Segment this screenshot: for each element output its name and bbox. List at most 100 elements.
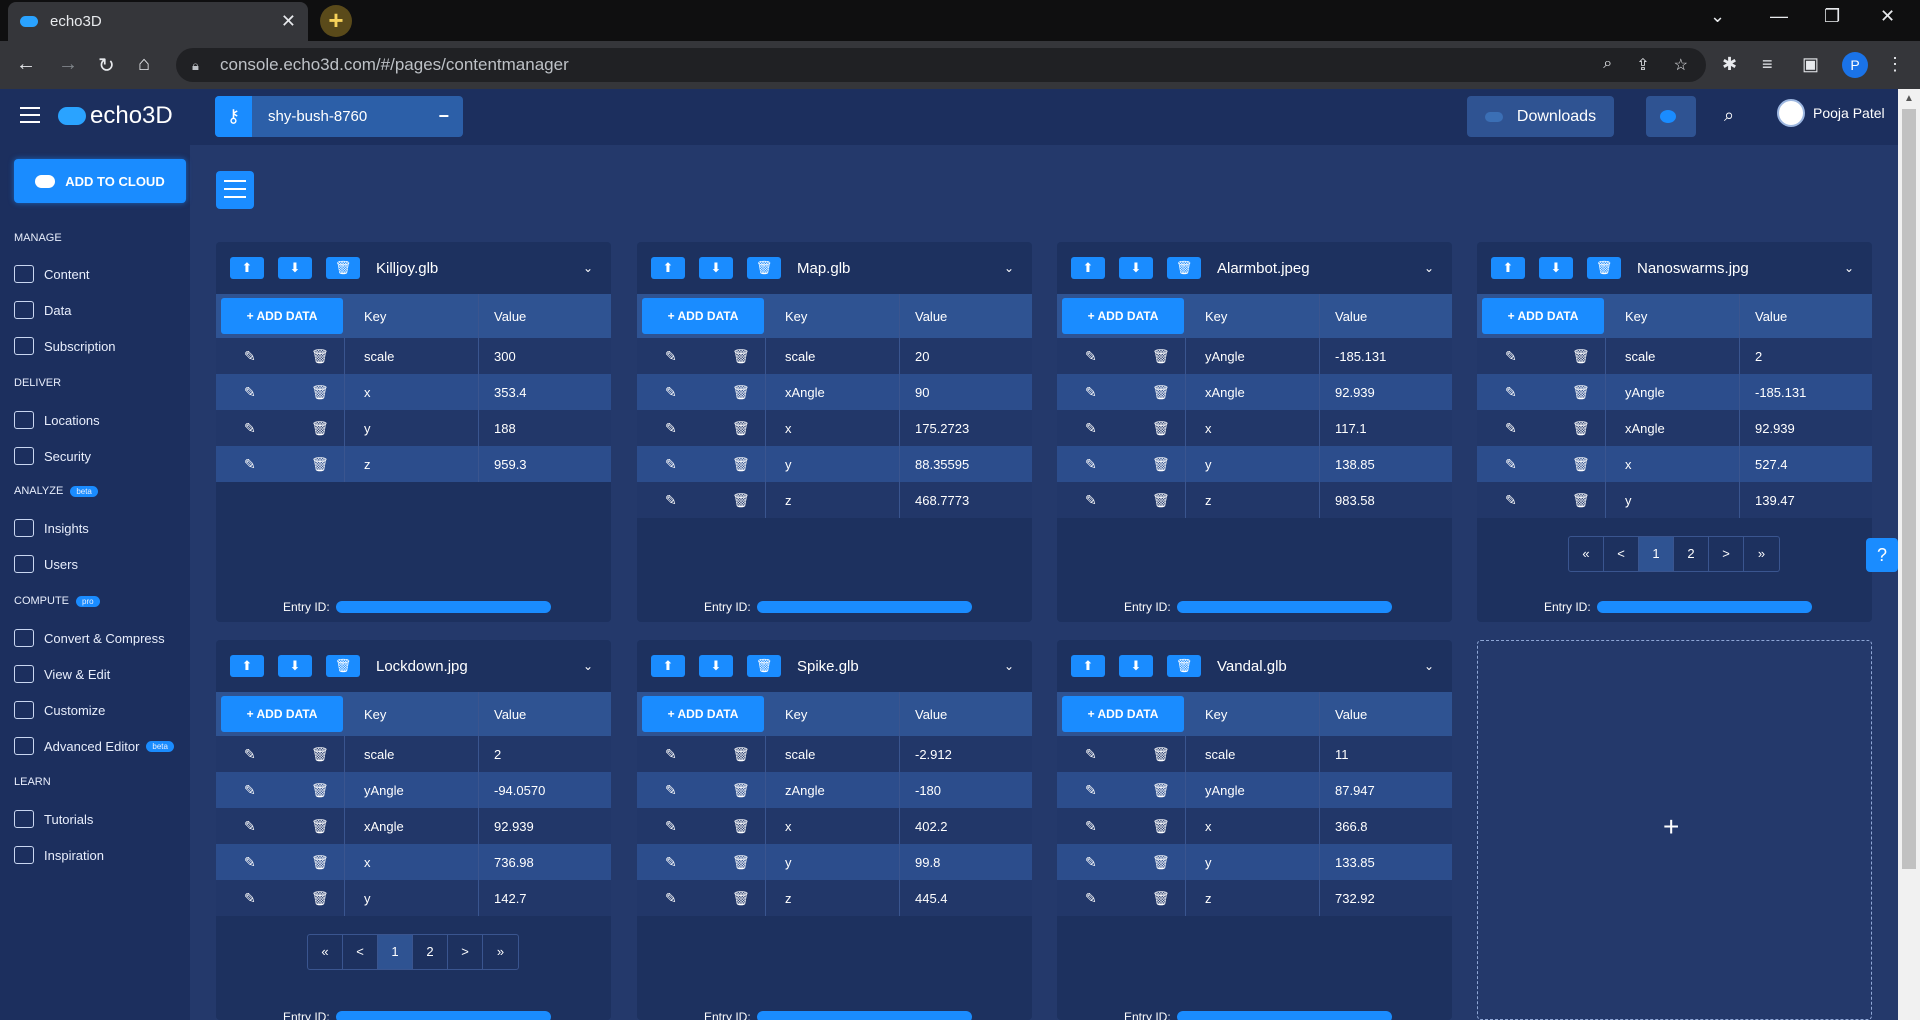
pencil-icon[interactable]: ✎ (665, 348, 677, 365)
pencil-icon[interactable]: ✎ (244, 854, 256, 871)
trash-icon[interactable]: 🗑︎ (326, 655, 360, 677)
collapse-icon[interactable]: − (438, 106, 449, 127)
downloads-button[interactable]: Downloads (1467, 96, 1614, 137)
pencil-icon[interactable]: ✎ (1085, 854, 1097, 871)
page-button[interactable]: » (1744, 537, 1779, 571)
trash-icon[interactable]: 🗑︎ (1572, 456, 1590, 473)
minimize-icon[interactable]: — (1770, 6, 1788, 27)
sidebar-item-customize[interactable]: Customize (14, 701, 105, 719)
page-button[interactable]: 2 (1674, 537, 1709, 571)
page-button[interactable]: « (308, 935, 343, 969)
sidebar-item-convert[interactable]: Convert & Compress (14, 629, 165, 647)
chevron-down-icon[interactable]: ⌄ (583, 659, 593, 673)
trash-icon[interactable]: 🗑︎ (1152, 818, 1170, 835)
sidebar-item-tutorials[interactable]: Tutorials (14, 810, 93, 828)
pencil-icon[interactable]: ✎ (665, 384, 677, 401)
page-button[interactable]: 2 (413, 935, 448, 969)
share-icon[interactable]: ⇪ (1636, 55, 1649, 75)
scrollbar-thumb[interactable] (1902, 109, 1916, 869)
pencil-icon[interactable]: ✎ (1085, 420, 1097, 437)
trash-icon[interactable]: 🗑︎ (311, 348, 329, 365)
sidebar-item-advanced-editor[interactable]: Advanced Editor beta (14, 737, 174, 755)
trash-icon[interactable]: 🗑︎ (311, 456, 329, 473)
sidebar-item-subscription[interactable]: Subscription (14, 337, 116, 355)
upload-icon[interactable]: ⬆ (230, 257, 264, 279)
trash-icon[interactable]: 🗑︎ (1587, 257, 1621, 279)
back-icon[interactable]: ← (16, 53, 36, 76)
trash-icon[interactable]: 🗑︎ (1572, 420, 1590, 437)
page-button[interactable]: 1 (1639, 537, 1674, 571)
extensions-icon[interactable]: ✱ (1722, 54, 1737, 75)
add-data-button[interactable]: + ADD DATA (642, 696, 764, 732)
pencil-icon[interactable]: ✎ (665, 782, 677, 799)
pencil-icon[interactable]: ✎ (244, 456, 256, 473)
pencil-icon[interactable]: ✎ (665, 456, 677, 473)
sidebar-item-security[interactable]: Security (14, 447, 91, 465)
trash-icon[interactable]: 🗑︎ (326, 257, 360, 279)
pencil-icon[interactable]: ✎ (244, 384, 256, 401)
chevron-down-icon[interactable]: ⌄ (1424, 261, 1434, 275)
add-entry-card[interactable]: + (1477, 640, 1872, 1020)
trash-icon[interactable]: 🗑︎ (1572, 492, 1590, 509)
trash-icon[interactable]: 🗑︎ (311, 818, 329, 835)
echo3d-logo[interactable]: echo3D (58, 102, 173, 130)
pencil-icon[interactable]: ✎ (1085, 782, 1097, 799)
upload-icon[interactable]: ⬆ (1071, 257, 1105, 279)
pencil-icon[interactable]: ✎ (1085, 746, 1097, 763)
trash-icon[interactable]: 🗑︎ (1572, 384, 1590, 401)
theme-toggle[interactable] (1646, 96, 1696, 137)
pencil-icon[interactable]: ✎ (1085, 384, 1097, 401)
trash-icon[interactable]: 🗑︎ (1167, 257, 1201, 279)
trash-icon[interactable]: 🗑︎ (1152, 456, 1170, 473)
pencil-icon[interactable]: ✎ (665, 746, 677, 763)
window-close-icon[interactable]: ✕ (1880, 6, 1895, 27)
tab-close-icon[interactable]: ✕ (281, 11, 296, 32)
trash-icon[interactable]: 🗑︎ (732, 456, 750, 473)
zoom-icon[interactable]: ⌕ (1603, 55, 1612, 75)
trash-icon[interactable]: 🗑︎ (732, 420, 750, 437)
page-button[interactable]: > (448, 935, 483, 969)
chevron-down-icon[interactable]: ⌄ (1844, 261, 1854, 275)
chevron-down-icon[interactable]: ⌄ (1004, 261, 1014, 275)
upload-icon[interactable]: ⬆ (1491, 257, 1525, 279)
trash-icon[interactable]: 🗑︎ (1152, 854, 1170, 871)
api-key-selector[interactable]: ⚷ shy-bush-8760 − (215, 96, 463, 137)
trash-icon[interactable]: 🗑︎ (732, 492, 750, 509)
bookmark-star-icon[interactable]: ☆ (1674, 55, 1688, 75)
reload-icon[interactable]: ↻ (98, 53, 115, 78)
trash-icon[interactable]: 🗑︎ (1152, 384, 1170, 401)
add-data-button[interactable]: + ADD DATA (1482, 298, 1604, 334)
add-data-button[interactable]: + ADD DATA (1062, 696, 1184, 732)
add-data-button[interactable]: + ADD DATA (642, 298, 764, 334)
trash-icon[interactable]: 🗑︎ (732, 854, 750, 871)
add-data-button[interactable]: + ADD DATA (1062, 298, 1184, 334)
page-scrollbar[interactable]: ▲ (1898, 89, 1920, 1020)
trash-icon[interactable]: 🗑︎ (311, 890, 329, 907)
sidebar-item-data[interactable]: Data (14, 301, 71, 319)
pencil-icon[interactable]: ✎ (244, 818, 256, 835)
download-icon[interactable]: ⬇ (1119, 257, 1153, 279)
download-icon[interactable]: ⬇ (278, 257, 312, 279)
trash-icon[interactable]: 🗑︎ (732, 782, 750, 799)
list-view-toggle-icon[interactable] (216, 171, 254, 209)
menu-dots-icon[interactable]: ⋮ (1886, 54, 1904, 75)
trash-icon[interactable]: 🗑︎ (311, 420, 329, 437)
profile-avatar[interactable]: P (1842, 52, 1868, 78)
pencil-icon[interactable]: ✎ (1085, 890, 1097, 907)
trash-icon[interactable]: 🗑︎ (732, 890, 750, 907)
chevron-down-icon[interactable]: ⌄ (1424, 659, 1434, 673)
pencil-icon[interactable]: ✎ (244, 746, 256, 763)
download-icon[interactable]: ⬇ (1539, 257, 1573, 279)
trash-icon[interactable]: 🗑︎ (1152, 890, 1170, 907)
trash-icon[interactable]: 🗑︎ (311, 384, 329, 401)
help-icon[interactable]: ? (1866, 538, 1898, 572)
download-icon[interactable]: ⬇ (278, 655, 312, 677)
pencil-icon[interactable]: ✎ (1085, 492, 1097, 509)
trash-icon[interactable]: 🗑︎ (1152, 420, 1170, 437)
page-button[interactable]: 1 (378, 935, 413, 969)
add-to-cloud-button[interactable]: ADD TO CLOUD (14, 159, 186, 203)
user-menu[interactable]: Pooja Patel (1777, 99, 1885, 127)
hamburger-menu-icon[interactable] (20, 107, 40, 128)
pencil-icon[interactable]: ✎ (244, 782, 256, 799)
scroll-up-icon[interactable]: ▲ (1904, 93, 1914, 104)
